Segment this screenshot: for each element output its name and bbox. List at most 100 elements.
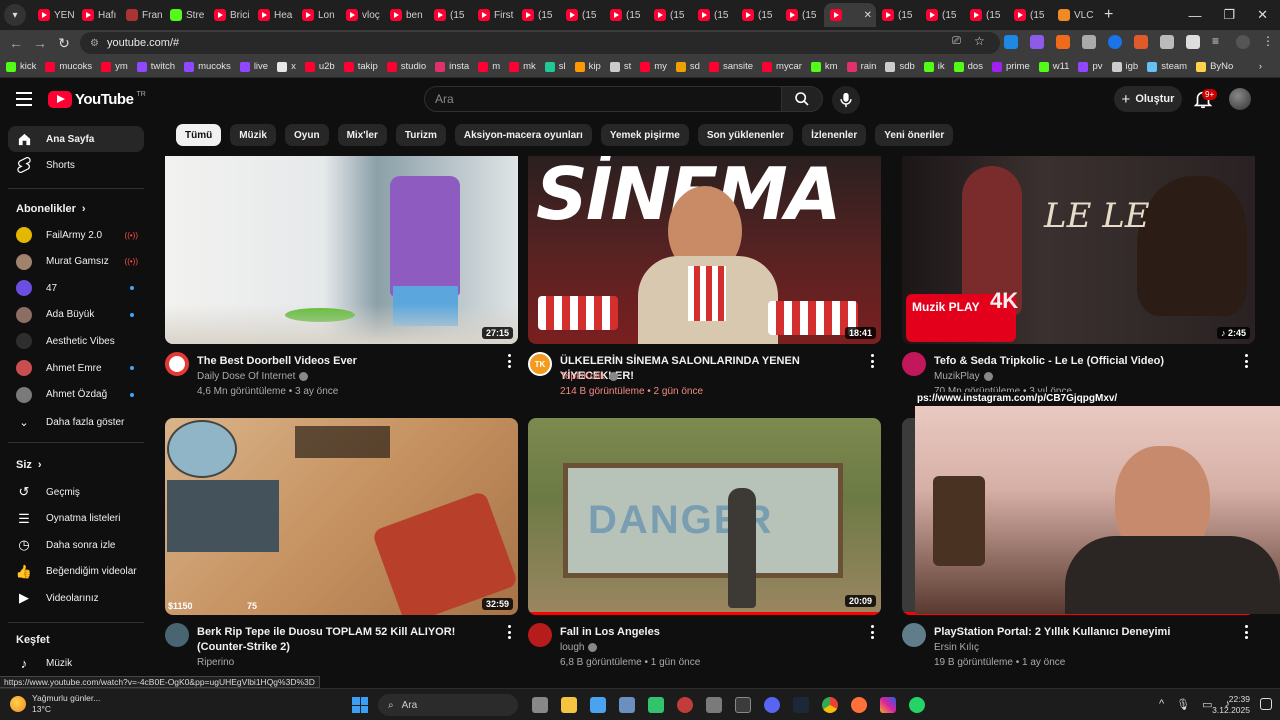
category-chip[interactable]: Tümü xyxy=(176,124,222,146)
chevron-up-icon[interactable]: ^ xyxy=(1159,698,1164,711)
category-chip[interactable]: Yemek pişirme xyxy=(600,124,689,146)
bookmark-item[interactable]: mucoks xyxy=(184,61,231,72)
subscription-item[interactable]: FailArmy 2.0 ((•)) xyxy=(8,222,144,248)
sidebar-item-history[interactable]: ↺ Geçmiş xyxy=(8,479,144,505)
subscription-item[interactable]: Murat Gamsız ((•)) xyxy=(8,249,144,275)
bookmark-item[interactable]: m xyxy=(478,61,500,72)
bookmark-item[interactable]: my xyxy=(640,61,667,72)
subscription-item[interactable]: 47 xyxy=(8,275,144,301)
channel-avatar[interactable]: TK xyxy=(528,352,552,376)
app-icon[interactable] xyxy=(735,697,751,713)
bookmark-item[interactable]: sansite xyxy=(708,61,753,72)
bookmark-item[interactable]: ik xyxy=(923,61,945,72)
video-title[interactable]: Fall in Los Angeles xyxy=(560,625,860,640)
new-tab-button[interactable]: + xyxy=(1104,6,1113,24)
bookmark-item[interactable]: ByNo xyxy=(1196,61,1233,72)
show-more-button[interactable]: ⌄ Daha fazla göster xyxy=(8,409,144,435)
video-title[interactable]: The Best Doorbell Videos Ever xyxy=(197,354,497,369)
app-icon[interactable] xyxy=(706,697,722,713)
reload-icon[interactable]: ↻ xyxy=(52,35,76,52)
bookmark-item[interactable]: prime xyxy=(991,61,1030,72)
browser-tab[interactable]: Fran xyxy=(120,3,164,27)
browser-tab[interactable]: VLC xyxy=(1052,3,1096,27)
category-chip[interactable]: Müzik xyxy=(230,124,276,146)
chrome-icon[interactable] xyxy=(822,697,838,713)
minimize-icon[interactable]: — xyxy=(1188,8,1201,23)
bookmark-item[interactable]: mucoks xyxy=(45,61,92,72)
category-chip[interactable]: Turizm xyxy=(395,124,446,146)
bookmark-item[interactable]: w11 xyxy=(1038,61,1069,72)
browser-tab[interactable]: (15 xyxy=(1008,3,1052,27)
subscription-item[interactable]: Ahmet Emre xyxy=(8,355,144,381)
profile-avatar[interactable] xyxy=(1236,35,1250,49)
search-button[interactable] xyxy=(781,86,823,112)
extension-icon[interactable] xyxy=(1056,35,1070,49)
file-explorer-icon[interactable] xyxy=(561,697,577,713)
video-thumbnail[interactable]: $1150 75 32:59 xyxy=(165,418,518,615)
video-title[interactable]: PlayStation Portal: 2 Yıllık Kullanıcı D… xyxy=(934,625,1234,640)
instagram-icon[interactable] xyxy=(880,697,896,713)
app-icon[interactable] xyxy=(677,697,693,713)
close-window-icon[interactable]: ✕ xyxy=(1257,7,1268,23)
browser-tab[interactable]: (15 xyxy=(920,3,964,27)
channel-name-row[interactable]: Ersin Kılıç xyxy=(934,642,979,653)
browser-tab[interactable]: Brici xyxy=(208,3,252,27)
browser-tab[interactable]: YEN xyxy=(32,3,76,27)
restore-icon[interactable]: ❐ xyxy=(1223,7,1235,23)
notification-center-icon[interactable] xyxy=(1260,698,1272,710)
browser-tab[interactable]: (15 xyxy=(428,3,472,27)
browser-tab[interactable]: (15 xyxy=(736,3,780,27)
channel-name-row[interactable]: MuzikPlay xyxy=(934,371,993,382)
menu-icon[interactable] xyxy=(16,92,32,106)
channel-avatar[interactable] xyxy=(165,352,189,376)
extension-icon[interactable] xyxy=(1082,35,1096,49)
sidebar-item-shorts[interactable]: Shorts xyxy=(8,152,144,178)
bookmark-item[interactable]: insta xyxy=(435,61,469,72)
store-icon[interactable] xyxy=(590,697,606,713)
video-title[interactable]: Tefo & Seda Tripkolic - Le Le (Official … xyxy=(934,354,1234,369)
bookmark-item[interactable]: steam xyxy=(1147,61,1187,72)
extension-icon[interactable] xyxy=(1030,35,1044,49)
more-actions-icon[interactable] xyxy=(1241,625,1251,639)
site-info-icon[interactable]: ⚙ xyxy=(90,38,99,49)
bookmark-item[interactable]: pv xyxy=(1078,61,1103,72)
extension-icon[interactable] xyxy=(1160,35,1174,49)
browser-tab[interactable]: (15 xyxy=(876,3,920,27)
bookmark-item[interactable]: igb xyxy=(1111,61,1138,72)
search-input[interactable]: Ara xyxy=(424,86,782,112)
browser-tab[interactable]: ben xyxy=(384,3,428,27)
extension-icon[interactable] xyxy=(1108,35,1122,49)
category-chip[interactable]: Oyun xyxy=(285,124,329,146)
account-avatar[interactable] xyxy=(1229,88,1251,110)
windows-start-icon[interactable] xyxy=(352,697,368,713)
video-thumbnail[interactable]: SİNEMA 18:41 xyxy=(528,156,881,344)
tab-search-icon[interactable]: ≡ xyxy=(1212,34,1219,48)
channel-name-row[interactable]: Daily Dose Of Internet xyxy=(197,371,309,382)
puzzle-icon[interactable] xyxy=(1186,35,1200,49)
channel-avatar[interactable] xyxy=(528,623,552,647)
bookmark-item[interactable]: mk xyxy=(509,61,536,72)
browser-tab[interactable]: (15 xyxy=(692,3,736,27)
bookmark-item[interactable]: u2b xyxy=(304,61,335,72)
bookmark-item[interactable]: dos xyxy=(953,61,983,72)
channel-name-row[interactable]: lough xyxy=(560,642,598,653)
tab-search-button[interactable]: ▾ xyxy=(4,4,26,26)
browser-tab[interactable]: Stre xyxy=(164,3,208,27)
category-chip[interactable]: İzlenenler xyxy=(802,124,867,146)
sidebar-item-your-videos[interactable]: ▶ Videolarınız xyxy=(8,585,144,611)
more-actions-icon[interactable] xyxy=(504,354,514,368)
settings-icon[interactable] xyxy=(619,697,635,713)
subscription-item[interactable]: Ahmet Özdağ xyxy=(8,382,144,408)
network-icon[interactable]: ▭ xyxy=(1202,698,1212,711)
more-actions-icon[interactable] xyxy=(867,625,877,639)
video-thumbnail[interactable]: LE LE Muzik PLAY 4K ♪ 2:45 xyxy=(902,156,1255,344)
channel-name-row[interactable]: TepkiKolik xyxy=(560,371,619,382)
subscriptions-header[interactable]: Abonelikler › xyxy=(8,196,144,222)
voice-search-button[interactable] xyxy=(832,86,860,114)
sidebar-item-like[interactable]: 👍 Beğendiğim videolar xyxy=(8,559,144,585)
bookmark-item[interactable]: sdb xyxy=(885,61,915,72)
close-tab-icon[interactable]: ✕ xyxy=(864,10,872,21)
star-icon[interactable]: ☆ xyxy=(974,34,985,48)
bookmark-item[interactable]: sl xyxy=(544,61,566,72)
taskbar-search[interactable]: ⌕ Ara xyxy=(378,694,518,716)
